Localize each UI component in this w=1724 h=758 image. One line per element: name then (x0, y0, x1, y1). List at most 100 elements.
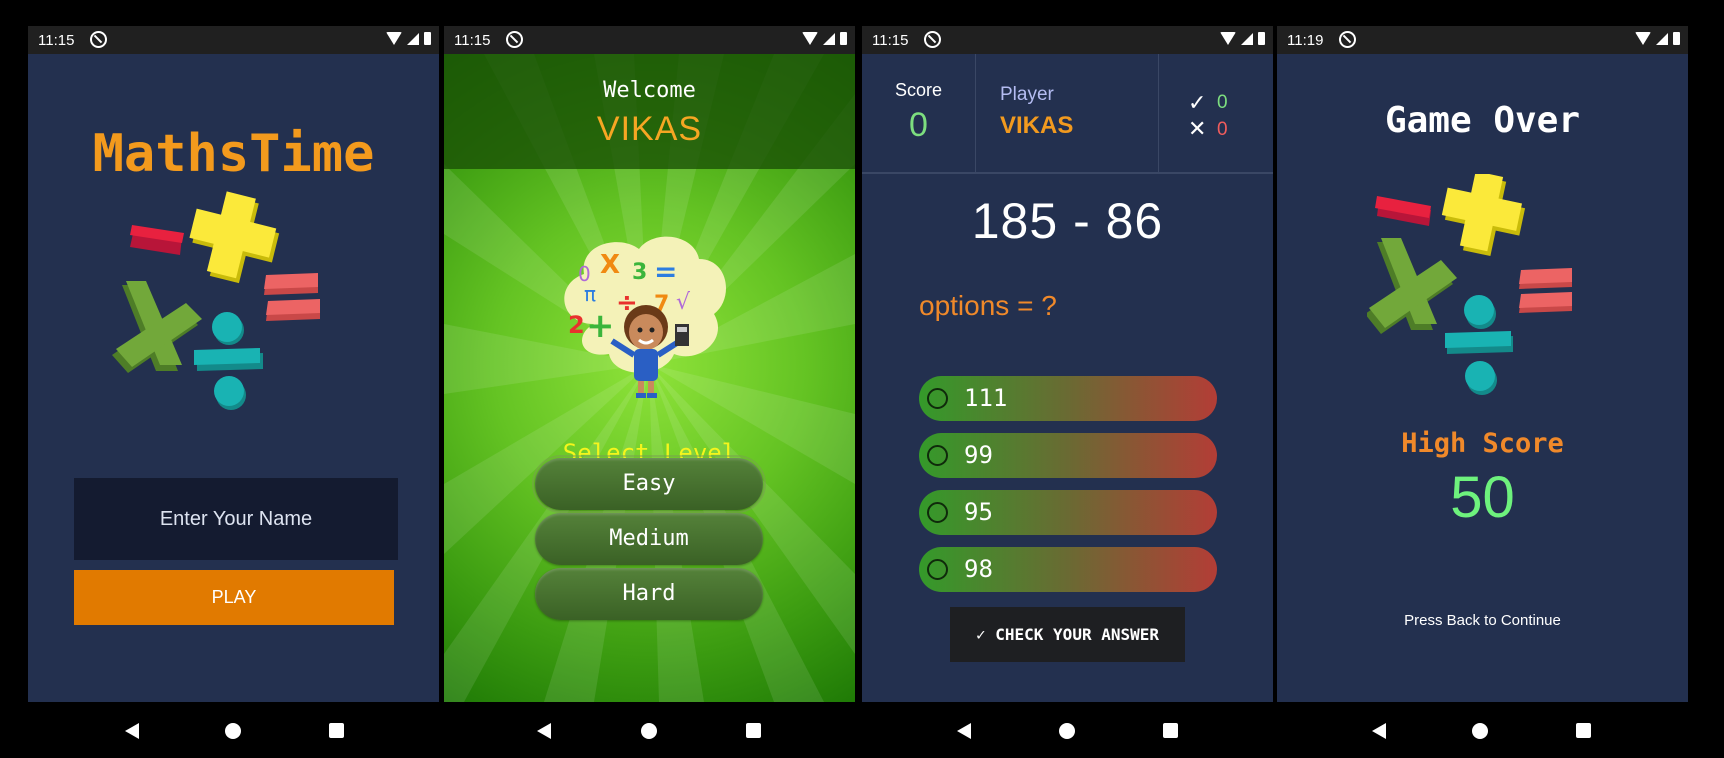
math-symbols-logo (112, 191, 320, 410)
player-name: VIKAS (1000, 112, 1074, 139)
option-text: 111 (964, 384, 1008, 412)
sync-icon (924, 31, 941, 48)
recents-icon[interactable] (1576, 723, 1591, 738)
girl-face (629, 314, 663, 350)
home-icon[interactable] (641, 723, 657, 739)
radio-icon[interactable] (927, 388, 948, 409)
status-time: 11:15 (38, 32, 75, 49)
wifi-icon (802, 32, 818, 45)
level-hard-button[interactable]: Hard (535, 568, 763, 620)
options-label: options = ? (919, 290, 1057, 321)
name-input[interactable] (74, 478, 398, 560)
wrong-count: 0 (1217, 119, 1228, 140)
recents-icon[interactable] (1163, 723, 1178, 738)
phone-screen-level-select: 11:15 Welcome VIKAS 0 X 3 = π ÷ 7 √ 2 + … (444, 26, 855, 758)
math-symbols-logo (1367, 174, 1572, 395)
high-score-label: High Score (1401, 428, 1564, 459)
nav-bar (862, 702, 1273, 758)
glyph-pi: π (584, 282, 596, 306)
multiply-icon (1367, 238, 1457, 334)
signal-icon (823, 32, 835, 45)
sync-icon (90, 31, 107, 48)
glyph-3: 3 (632, 260, 647, 285)
option-text: 95 (964, 498, 993, 526)
nav-bar (444, 702, 855, 758)
nav-bar (1277, 702, 1688, 758)
quiz-screen: Score 0 Player VIKAS ✓ 0 ✕ 0 185 - 86 op… (862, 54, 1273, 702)
back-icon[interactable] (537, 723, 551, 739)
back-icon[interactable] (125, 723, 139, 739)
status-time: 11:19 (1287, 32, 1324, 49)
score-panel: Score 0 Player VIKAS ✓ 0 ✕ 0 (862, 54, 1273, 174)
correct-count: 0 (1217, 92, 1228, 113)
status-time: 11:15 (872, 32, 909, 49)
welcome-header: Welcome VIKAS (444, 54, 855, 169)
checkmark-icon: ✓ (975, 625, 986, 644)
option-2[interactable]: 99 (919, 433, 1217, 478)
recents-icon[interactable] (329, 723, 344, 738)
battery-icon (1258, 32, 1265, 45)
battery-icon (840, 32, 847, 45)
status-time: 11:15 (454, 32, 491, 49)
option-text: 99 (964, 441, 993, 469)
player-name: VIKAS (596, 110, 703, 148)
wifi-icon (1635, 32, 1651, 45)
high-score-value: 50 (1450, 465, 1515, 530)
welcome-label: Welcome (603, 78, 696, 103)
phone-screen-quiz: 11:15 Score 0 Player VIKAS ✓ 0 ✕ 0 185 -… (862, 26, 1273, 758)
option-text: 98 (964, 555, 993, 583)
home-icon[interactable] (225, 723, 241, 739)
home-icon[interactable] (1472, 723, 1488, 739)
login-screen: MathsTime Enter Your Name PLAY (28, 54, 439, 702)
radio-icon[interactable] (927, 445, 948, 466)
battery-icon (424, 32, 431, 45)
status-bar: 11:15 (28, 26, 439, 54)
glyph-2: 2 (568, 311, 585, 339)
plus-icon (1441, 174, 1526, 257)
press-back-hint: Press Back to Continue (1404, 612, 1561, 629)
battery-icon (1673, 32, 1680, 45)
back-icon[interactable] (957, 723, 971, 739)
check-answer-button[interactable]: ✓ CHECK YOUR ANSWER (950, 607, 1185, 662)
recents-icon[interactable] (746, 723, 761, 738)
option-4[interactable]: 98 (919, 547, 1217, 592)
glyph-sqrt: √ (676, 290, 691, 315)
radio-icon[interactable] (927, 502, 948, 523)
phone-screen-login: 11:15 MathsTime Enter Your Name PLAY (28, 26, 439, 758)
wifi-icon (386, 32, 402, 45)
game-over-title: Game Over (1384, 100, 1581, 141)
score-label: Score (894, 80, 943, 100)
radio-icon[interactable] (927, 559, 948, 580)
girl-body (634, 349, 658, 381)
signal-icon (1241, 32, 1253, 45)
divide-icon (1445, 295, 1513, 395)
glyph-plus: + (586, 306, 615, 346)
status-bar: 11:19 (1277, 26, 1688, 54)
check-answer-label: CHECK YOUR ANSWER (995, 625, 1160, 644)
home-icon[interactable] (1059, 723, 1075, 739)
check-icon: ✓ (1188, 90, 1207, 115)
level-medium-button[interactable]: Medium (535, 513, 763, 565)
level-select-screen: Welcome VIKAS 0 X 3 = π ÷ 7 √ 2 + Select… (444, 54, 855, 702)
equals-icon (264, 273, 320, 321)
back-icon[interactable] (1372, 723, 1386, 739)
status-bar: 11:15 (862, 26, 1273, 54)
wifi-icon (1220, 32, 1236, 45)
score-value: 0 (909, 106, 928, 144)
minus-icon (1375, 196, 1431, 226)
option-3[interactable]: 95 (919, 490, 1217, 535)
girl-math-illustration: 0 X 3 = π ÷ 7 √ 2 + (564, 236, 726, 398)
play-button[interactable]: PLAY (74, 570, 394, 625)
level-easy-button[interactable]: Easy (532, 455, 766, 513)
signal-icon (407, 32, 419, 45)
plus-icon (189, 191, 280, 284)
app-title: MathsTime (92, 124, 375, 184)
signal-icon (1656, 32, 1668, 45)
cross-icon: ✕ (1188, 116, 1207, 141)
player-label: Player (1000, 84, 1054, 105)
phone-screen-game-over: 11:19 Game Over High Score 50 Press Back… (1277, 26, 1688, 758)
game-over-screen: Game Over High Score 50 Press Back to Co… (1277, 54, 1688, 702)
option-1[interactable]: 111 (919, 376, 1217, 421)
nav-bar (28, 702, 439, 758)
question-text: 185 - 86 (971, 193, 1164, 249)
